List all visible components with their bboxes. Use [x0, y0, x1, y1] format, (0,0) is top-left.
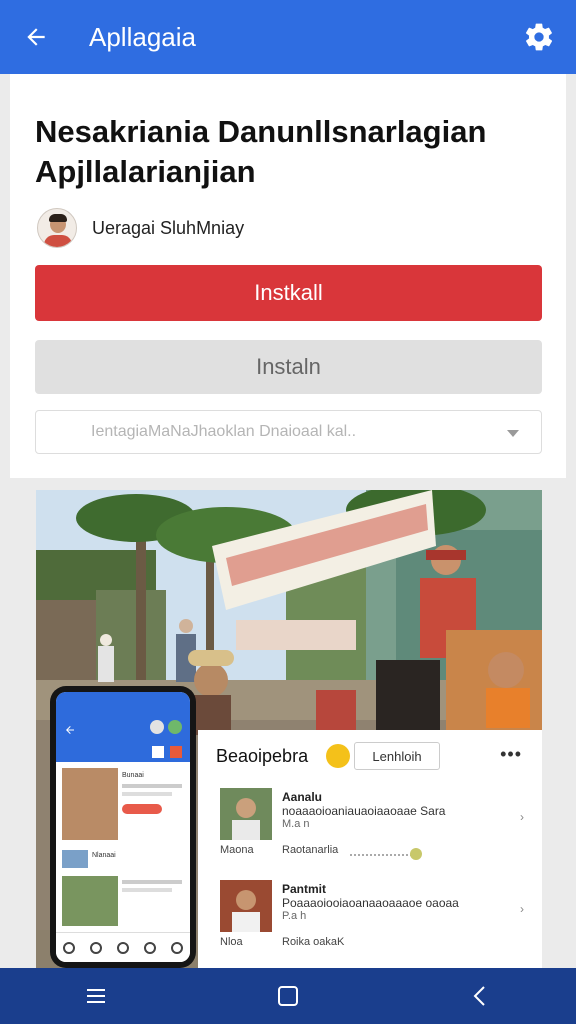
item-meta-left: Maona [220, 844, 254, 856]
phone-screen: Bunaai Nlanaai [56, 692, 190, 962]
preview-label: Bunaai [122, 772, 144, 779]
chevron-down-icon [507, 430, 519, 437]
home-icon [278, 986, 298, 1006]
thumbnail [220, 880, 272, 932]
preview-button [122, 804, 162, 814]
status-icon [168, 720, 182, 734]
badge-icon [170, 746, 182, 758]
recents-button[interactable] [66, 968, 126, 1024]
copy-icon [143, 941, 156, 954]
status-dot-icon [410, 848, 422, 860]
feed-header: Beaoipebra [216, 746, 309, 766]
secondary-install-button[interactable]: Instaln [35, 340, 542, 394]
chevron-right-icon: › [520, 810, 524, 824]
phone-bottom-nav [56, 932, 190, 962]
app-details-card: Nesakriania Danunllsnarlagian Apjllalari… [10, 74, 566, 478]
gear-icon [525, 23, 553, 51]
preview-label-2: Nlanaai [92, 852, 116, 859]
app-bar: Apllagaia [0, 0, 576, 74]
item-title: Aanalu [282, 790, 323, 804]
home-icon [63, 941, 76, 954]
system-back-button[interactable] [450, 968, 510, 1024]
chevron-right-icon: › [520, 902, 524, 916]
info-icon [116, 941, 129, 954]
app-bar-title: Apllagaia [89, 21, 196, 52]
recents-icon [87, 989, 105, 1003]
feed-panel: Beaoipebra Lenhloih ••• Aanalu noaaaoioa… [198, 730, 542, 968]
developer-name: Ueragai SluhMniay [92, 217, 245, 238]
install-button[interactable]: Instkall [35, 265, 542, 321]
item-line: noaaaoioaniauaoiaaoaae Sara [282, 804, 446, 818]
variant-select[interactable]: IentagiaMaNaJhaoklan Dnaioaal kal.. [35, 410, 542, 454]
thumbnail [220, 788, 272, 840]
settings-icon [170, 941, 183, 954]
feed-chip[interactable]: Lenhloih [354, 742, 440, 770]
preview-thumbnail-2 [62, 876, 118, 926]
app-title: Nesakriania Danunllsnarlagian Apjllalari… [35, 114, 487, 189]
item-sub: M.a n [282, 818, 310, 830]
select-value: IentagiaMaNaJhaoklan Dnaioaal kal.. [91, 423, 357, 440]
more-horizontal-icon[interactable]: ••• [500, 744, 522, 765]
item-title: Pantmit [282, 882, 327, 896]
preview-thumbnail [62, 768, 118, 840]
back-button[interactable] [0, 0, 72, 74]
item-sub: P.a h [282, 910, 307, 922]
coin-icon [326, 744, 350, 768]
settings-button[interactable] [520, 18, 558, 56]
home-button[interactable] [258, 968, 318, 1024]
developer-avatar [37, 208, 77, 248]
share-icon [152, 746, 164, 758]
phone-mockup: Bunaai Nlanaai [50, 686, 196, 968]
profile-icon [150, 720, 164, 734]
arrow-back-icon [66, 726, 74, 734]
nav-icon [90, 941, 103, 954]
item-meta-left: Nloa [220, 936, 243, 948]
item-meta-right: Raotanarlia [282, 844, 339, 856]
developer-row[interactable]: Ueragai SluhMniay [37, 208, 244, 248]
back-triangle-icon [473, 986, 485, 1006]
item-line: Poaaaoiooiaoanaaoaaaoe oaoaa [282, 896, 459, 910]
item-meta-right: Roika oakaK [282, 936, 345, 948]
system-nav-bar [0, 968, 576, 1024]
arrow-back-icon [27, 28, 45, 46]
